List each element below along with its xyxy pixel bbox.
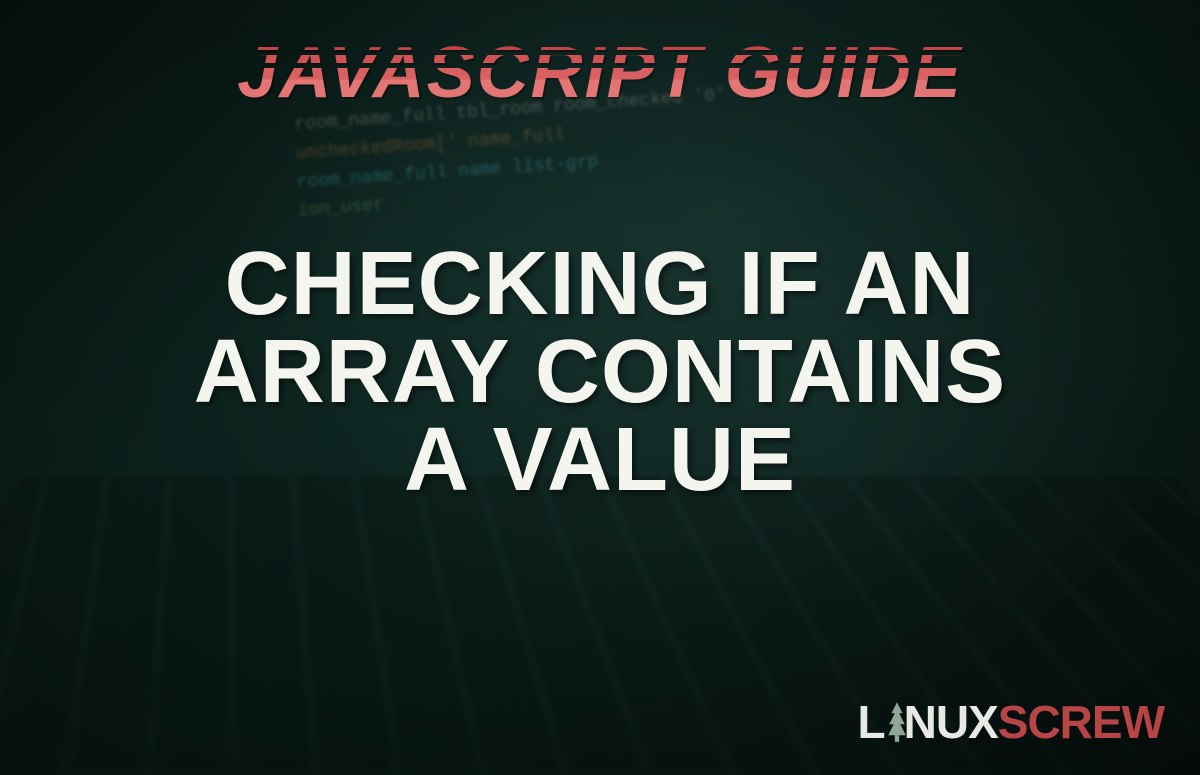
- logo-suffix: SCREW: [998, 695, 1164, 749]
- title-line-2: ARRAY CONTAINS: [194, 328, 1006, 416]
- main-title: CHECKING IF AN ARRAY CONTAINS A VALUE: [194, 240, 1006, 505]
- code-fragment: ion_user: [297, 196, 384, 222]
- title-line-1: CHECKING IF AN: [194, 240, 1006, 328]
- logo-middle: NUX: [904, 695, 998, 749]
- category-header: JAVASCRIPT GUIDE: [237, 32, 962, 114]
- site-logo: L NUX SCREW: [858, 695, 1164, 749]
- logo-prefix: L: [858, 695, 885, 749]
- title-line-3: A VALUE: [194, 416, 1006, 504]
